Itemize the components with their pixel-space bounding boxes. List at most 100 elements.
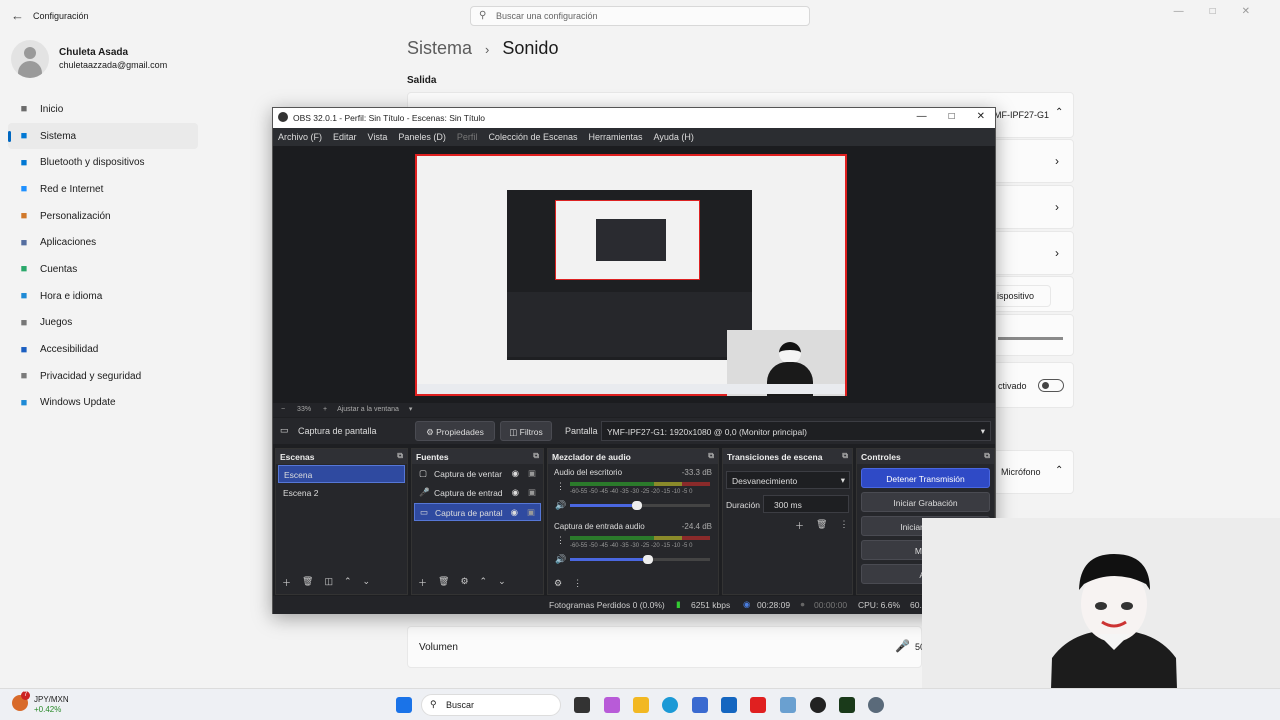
trash-icon[interactable]: 🗑	[438, 576, 449, 589]
sidebar-item-bluetooth[interactable]: ■ Bluetooth y dispositivos	[8, 149, 198, 176]
control-button[interactable]: Iniciar Grabación	[861, 492, 990, 512]
lock-icon[interactable]: ▣	[528, 487, 536, 498]
minimize-icon[interactable]: —	[917, 111, 927, 122]
duration-input[interactable]: 300 ms	[763, 495, 849, 513]
menu-item[interactable]: Colección de Escenas	[488, 132, 577, 146]
menu-item[interactable]: Archivo (F)	[278, 132, 322, 146]
properties-button[interactable]: ⚙ Propiedades	[415, 421, 495, 441]
sidebar-item-home[interactable]: ■ Inicio	[8, 96, 198, 123]
sidebar-item-apps[interactable]: ■ Aplicaciones	[8, 229, 198, 256]
add-icon[interactable]: ＋	[418, 576, 427, 589]
filter-icon[interactable]: ◫	[324, 576, 333, 589]
fit-window-label[interactable]: Ajustar a la ventana	[337, 406, 399, 413]
move-up-icon[interactable]: ⌃	[480, 576, 488, 589]
lock-icon[interactable]: ▣	[528, 468, 536, 479]
sidebar-item-system[interactable]: ■ Sistema	[8, 122, 198, 150]
file-explorer-icon[interactable]	[633, 697, 649, 713]
task-view-icon[interactable]	[574, 697, 590, 713]
settings-gear-icon[interactable]	[868, 697, 884, 713]
breadcrumb-parent[interactable]: Sistema	[407, 38, 472, 58]
volume-slider-handle[interactable]	[631, 501, 642, 510]
source-item[interactable]: 🎤 Captura de entrad ◉ ▣	[414, 484, 541, 502]
maximize-icon[interactable]: □	[949, 111, 955, 122]
move-up-icon[interactable]: ⌃	[344, 576, 352, 589]
terminal-icon[interactable]	[839, 697, 855, 713]
speaker-icon[interactable]: 🔊	[555, 554, 566, 565]
sidebar-item-account[interactable]: ■ Cuentas	[8, 256, 198, 283]
menu-item[interactable]: Ayuda (H)	[654, 132, 694, 146]
minimize-icon[interactable]: —	[1174, 6, 1184, 17]
edge-icon[interactable]	[662, 697, 678, 713]
gear-icon[interactable]: ⚙	[460, 576, 468, 589]
menu-item[interactable]: Editar	[333, 132, 357, 146]
filters-button[interactable]: ◫ Filtros	[500, 421, 552, 441]
add-device-button[interactable]: ispositivo	[991, 285, 1051, 307]
add-icon[interactable]: ＋	[282, 576, 291, 589]
zoom-in-icon[interactable]: +	[323, 406, 327, 413]
settings-search-input[interactable]: ⚲ Buscar una configuración	[470, 6, 810, 26]
scene-item[interactable]: Escena 2	[278, 484, 405, 502]
visibility-eye-icon[interactable]: ◉	[511, 507, 518, 518]
volume-slider[interactable]	[570, 555, 710, 564]
menu-item[interactable]: Paneles (D)	[398, 132, 446, 146]
trash-icon[interactable]: 🗑	[816, 519, 827, 532]
youtube-icon[interactable]	[750, 697, 766, 713]
move-down-icon[interactable]: ⌄	[363, 576, 371, 589]
chevron-up-icon[interactable]: ⌃	[1055, 107, 1063, 118]
close-icon[interactable]: ✕	[1242, 6, 1250, 17]
source-item[interactable]: ▭ Captura de pantal ◉ ▣	[414, 503, 541, 521]
sidebar-item-wifi[interactable]: ■ Red e Internet	[8, 176, 198, 203]
volume-slider[interactable]	[998, 337, 1063, 340]
menu-item[interactable]: Herramientas	[589, 132, 643, 146]
chevron-down-icon[interactable]: ▾	[409, 406, 413, 413]
scene-item[interactable]: Escena	[278, 465, 405, 483]
trash-icon[interactable]: 🗑	[302, 576, 313, 589]
undock-icon[interactable]: ⧉	[842, 451, 848, 461]
zoom-out-icon[interactable]: −	[281, 406, 285, 413]
screen-select[interactable]: YMF-IPF27-G1: 1920x1080 @ 0,0 (Monitor p…	[601, 421, 991, 441]
outlook-icon[interactable]	[721, 697, 737, 713]
undock-icon[interactable]: ⧉	[984, 451, 990, 461]
back-arrow-icon[interactable]: ←	[11, 8, 24, 23]
maximize-icon[interactable]: □	[1210, 6, 1216, 17]
volume-slider[interactable]	[570, 501, 710, 510]
undock-icon[interactable]: ⧉	[708, 451, 714, 461]
volume-slider-handle[interactable]	[643, 555, 654, 564]
start-icon[interactable]	[396, 697, 412, 713]
more-icon[interactable]: ⋮	[839, 519, 848, 532]
visibility-eye-icon[interactable]: ◉	[512, 487, 519, 498]
preview-canvas[interactable]	[415, 154, 847, 396]
control-button[interactable]: Detener Transmisión	[861, 468, 990, 488]
menu-item[interactable]: Vista	[368, 132, 388, 146]
more-icon[interactable]: ⋮	[556, 535, 565, 546]
source-item[interactable]: ▢ Captura de ventar ◉ ▣	[414, 465, 541, 483]
menu-item[interactable]: Perfil	[457, 132, 478, 146]
store-icon[interactable]	[692, 697, 708, 713]
sidebar-item-shield[interactable]: ■ Privacidad y seguridad	[8, 363, 198, 390]
undock-icon[interactable]: ⧉	[397, 451, 403, 461]
avatar[interactable]	[11, 40, 49, 78]
more-icon[interactable]: ⋮	[556, 481, 565, 492]
toggle-switch[interactable]	[1038, 379, 1064, 392]
transition-select[interactable]: Desvanecimiento ▾	[726, 471, 850, 489]
lock-icon[interactable]: ▣	[527, 507, 535, 518]
sidebar-item-globe[interactable]: ■ Hora e idioma	[8, 283, 198, 310]
sidebar-item-brush[interactable]: ■ Personalización	[8, 203, 198, 230]
ticker-name[interactable]: JPY/MXN	[34, 695, 69, 704]
taskbar-search[interactable]: ⚲ Buscar	[421, 694, 561, 716]
close-icon[interactable]: ✕	[977, 111, 985, 122]
add-icon[interactable]: ＋	[795, 519, 804, 532]
vs-code-icon[interactable]	[780, 697, 796, 713]
sidebar-item-update[interactable]: ■ Windows Update	[8, 390, 198, 417]
undock-icon[interactable]: ⧉	[533, 451, 539, 461]
copilot-icon[interactable]	[604, 697, 620, 713]
sidebar-item-accessibility[interactable]: ■ Accesibilidad	[8, 336, 198, 363]
speaker-icon[interactable]: 🔊	[555, 500, 566, 511]
obs-taskbar-icon[interactable]	[810, 697, 826, 713]
chevron-up-icon[interactable]: ⌃	[1055, 465, 1063, 476]
visibility-eye-icon[interactable]: ◉	[512, 468, 519, 479]
sidebar-item-gamepad[interactable]: ■ Juegos	[8, 310, 198, 337]
advanced-audio-icon[interactable]: ⚙	[554, 578, 562, 589]
move-down-icon[interactable]: ⌄	[498, 576, 506, 589]
more-icon[interactable]: ⋮	[573, 578, 582, 589]
